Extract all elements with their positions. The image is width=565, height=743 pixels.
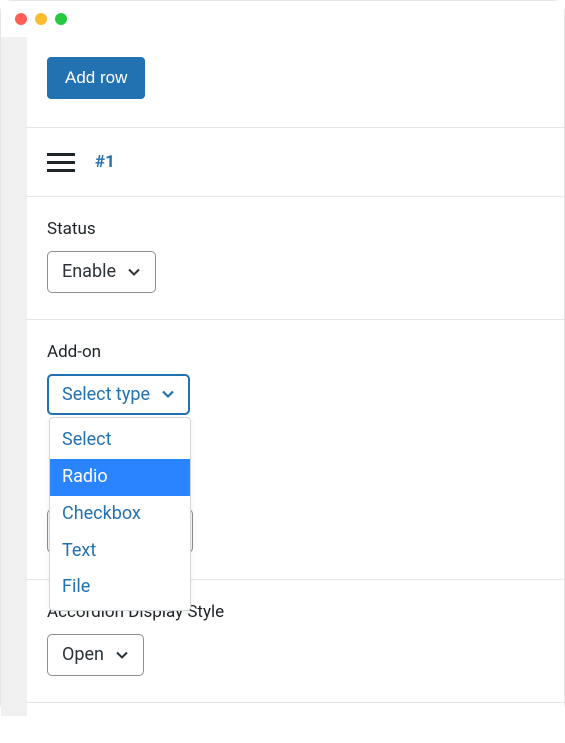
chevron-down-icon bbox=[160, 386, 176, 402]
app-canvas: Add row #1 Status Enable Add-on bbox=[1, 37, 564, 716]
row-header: #1 bbox=[47, 128, 564, 196]
minimize-icon[interactable] bbox=[35, 13, 47, 25]
status-field: Status Enable bbox=[47, 197, 564, 319]
zoom-icon[interactable] bbox=[55, 13, 67, 25]
accordion-select[interactable]: Open bbox=[47, 634, 144, 676]
addon-option-radio[interactable]: Radio bbox=[50, 459, 190, 496]
addon-option-select[interactable]: Select bbox=[50, 422, 190, 459]
chevron-down-icon bbox=[126, 264, 142, 280]
addon-value: Select type bbox=[62, 384, 150, 406]
status-select[interactable]: Enable bbox=[47, 251, 156, 293]
accordion-value: Open bbox=[62, 644, 104, 666]
section-divider bbox=[27, 702, 564, 703]
close-icon[interactable] bbox=[15, 13, 27, 25]
status-value: Enable bbox=[62, 261, 116, 283]
addon-field: Add-on Select type Select Radio Checkbox… bbox=[47, 320, 564, 580]
addon-select[interactable]: Select type bbox=[47, 374, 190, 416]
status-label: Status bbox=[47, 219, 564, 239]
addon-option-file[interactable]: File bbox=[50, 569, 190, 606]
add-row-button[interactable]: Add row bbox=[47, 57, 145, 99]
row-index-label[interactable]: #1 bbox=[95, 152, 115, 172]
chevron-down-icon bbox=[114, 647, 130, 663]
drag-handle-icon[interactable] bbox=[47, 153, 75, 172]
window-titlebar bbox=[1, 1, 564, 37]
addon-dropdown-list[interactable]: Select Radio Checkbox Text File bbox=[49, 417, 191, 611]
addon-option-checkbox[interactable]: Checkbox bbox=[50, 496, 190, 533]
form-panel: Add row #1 Status Enable Add-on bbox=[27, 37, 564, 743]
addon-label: Add-on bbox=[47, 342, 564, 362]
addon-option-text[interactable]: Text bbox=[50, 533, 190, 570]
